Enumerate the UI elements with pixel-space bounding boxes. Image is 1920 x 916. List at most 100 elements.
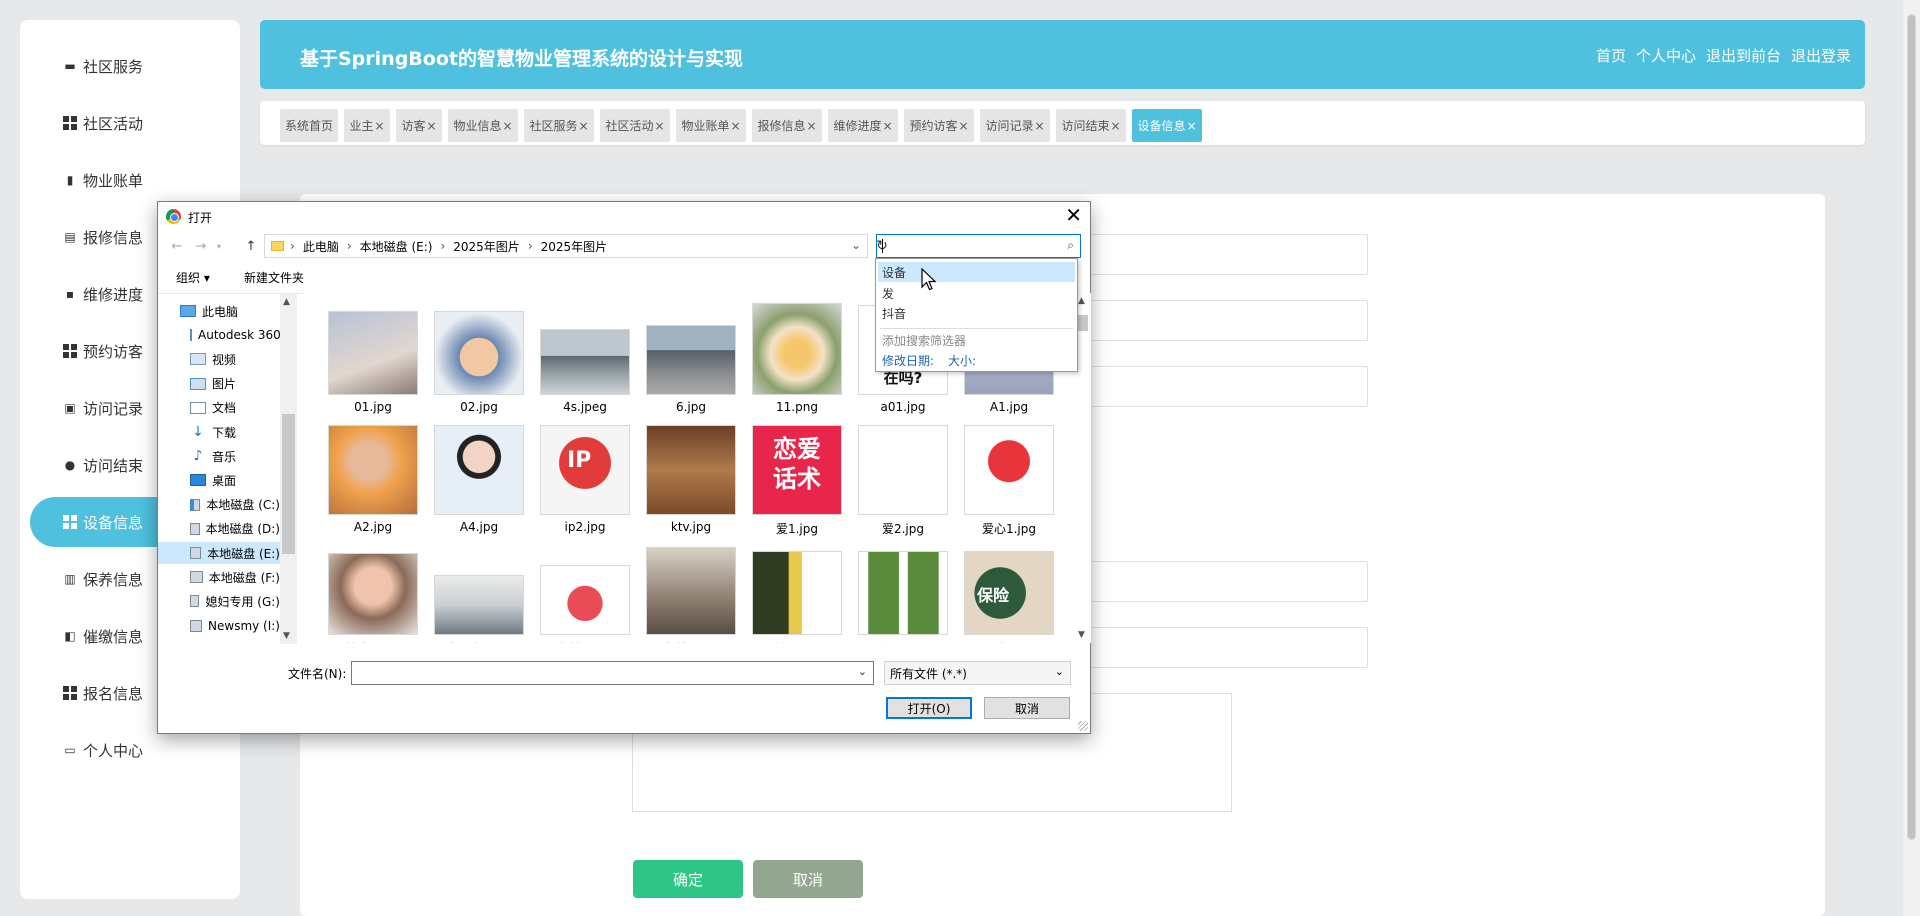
header-link-profile[interactable]: 个人中心 (1636, 45, 1696, 66)
tab-12[interactable]: 访问结束 × (1056, 109, 1126, 142)
resize-grip-icon[interactable] (1078, 721, 1088, 731)
file-item[interactable]: 办公室.jpeg (426, 543, 532, 643)
tree-item[interactable]: 此电脑 (158, 300, 280, 322)
tree-scrollbar-thumb[interactable] (282, 414, 295, 554)
search-icon[interactable]: ⌕ (1067, 238, 1074, 253)
close-icon[interactable]: × (730, 119, 740, 133)
breadcrumb-segment[interactable]: 此电脑 (303, 238, 339, 255)
scroll-up-icon[interactable]: ▲ (283, 297, 290, 307)
suggestion-item[interactable]: 抖音 (878, 303, 1075, 323)
close-icon[interactable]: × (1186, 119, 1196, 133)
tab-1[interactable]: 系统首页 (280, 109, 338, 142)
chevron-down-icon[interactable]: ⌄ (851, 238, 861, 252)
close-icon[interactable]: × (806, 119, 816, 133)
tab-10[interactable]: 预约访客 × (904, 109, 974, 142)
tab-11[interactable]: 访问记录 × (980, 109, 1050, 142)
tree-item[interactable]: 视频 (158, 348, 280, 370)
organize-menu[interactable]: 组织 ▾ (176, 269, 210, 286)
forward-arrow-icon[interactable]: → (192, 236, 210, 256)
tree-item[interactable]: 图片 (158, 373, 280, 395)
header-link-front[interactable]: 退出到前台 (1706, 45, 1781, 66)
close-icon[interactable]: ✕ (1065, 204, 1082, 226)
breadcrumb-segment[interactable]: 2025年图片 (453, 238, 520, 255)
file-list-scrollbar-thumb[interactable] (1077, 315, 1088, 331)
close-icon[interactable]: × (882, 119, 892, 133)
tree-scrollbar[interactable]: ▲ ▼ (280, 294, 297, 644)
suggestion-item[interactable]: 发 (878, 283, 1075, 303)
filetype-select[interactable]: 所有文件 (*.*) ⌄ (884, 661, 1071, 685)
search-input[interactable]: ⌕ (876, 234, 1081, 258)
file-item[interactable]: 帮扶1.jpg (532, 543, 638, 643)
file-item[interactable]: 保险保险1.jpg (956, 543, 1062, 643)
file-item[interactable]: 4s.jpeg (532, 303, 638, 414)
tree-item[interactable]: 本地磁盘 (E:) (158, 542, 280, 564)
scroll-down-icon[interactable]: ▼ (1078, 630, 1085, 640)
tab-8[interactable]: 报修信息 × (752, 109, 822, 142)
tab-7[interactable]: 物业账单 × (676, 109, 746, 142)
close-icon[interactable]: × (654, 119, 664, 133)
filter-size-link[interactable]: 大小: (948, 352, 976, 369)
chevron-down-icon[interactable]: ⌄ (858, 665, 867, 678)
tab-9[interactable]: 维修进度 × (828, 109, 898, 142)
sidebar-item-1[interactable]: ▬ 社区服务 (30, 41, 240, 91)
file-item[interactable]: 02.jpg (426, 303, 532, 414)
file-item[interactable]: 01.jpg (320, 303, 426, 414)
address-bar[interactable]: › 此电脑 › 本地磁盘 (E:) › 2025年图片 › 2025年图片 ⌄ (264, 234, 868, 258)
page-scrollbar[interactable] (1903, 0, 1920, 916)
file-item[interactable]: 帮扶6.jpg (638, 543, 744, 643)
header-link-logout[interactable]: 退出登录 (1791, 45, 1851, 66)
tree-item[interactable]: ♪ 音乐 (158, 445, 280, 467)
file-item[interactable]: A4.jpg (426, 423, 532, 534)
file-item[interactable]: ktv.jpg (638, 423, 744, 534)
tree-item[interactable]: 文档 (158, 397, 280, 419)
sidebar-item-3[interactable]: ▮ 物业账单 (30, 155, 240, 205)
open-button[interactable]: 打开(O) (886, 697, 972, 719)
tab-3[interactable]: 访客 × (396, 109, 442, 142)
confirm-button[interactable]: 确定 (633, 860, 743, 898)
close-icon[interactable]: × (426, 119, 436, 133)
tab-2[interactable]: 业主 × (344, 109, 390, 142)
back-arrow-icon[interactable]: ← (168, 236, 186, 256)
file-item[interactable]: 爱2.jpg (850, 423, 956, 537)
file-item[interactable]: A2.jpg (320, 423, 426, 534)
tab-5[interactable]: 社区服务 × (524, 109, 594, 142)
suggestion-item[interactable]: 设备 (878, 262, 1075, 282)
page-scrollbar-thumb[interactable] (1907, 14, 1916, 840)
chevron-down-icon[interactable]: ▾ (210, 236, 228, 256)
tree-item[interactable]: 媳妇专用 (G:) (158, 590, 280, 612)
breadcrumb-segment[interactable]: 2025年图片 (541, 238, 608, 255)
up-arrow-icon[interactable]: ↑ (242, 236, 260, 256)
tab-6[interactable]: 社区活动 × (600, 109, 670, 142)
close-icon[interactable]: × (502, 119, 512, 133)
file-item[interactable]: 保健品2.png (850, 543, 956, 643)
filename-input[interactable]: ⌄ (351, 661, 874, 685)
file-item[interactable]: 按摩1.jpg (320, 543, 426, 643)
tree-item[interactable]: Newsmy (I:) (158, 615, 280, 637)
file-item[interactable]: 11.png (744, 303, 850, 414)
tree-item[interactable]: ↓ 下载 (158, 421, 280, 443)
close-icon[interactable]: × (1034, 119, 1044, 133)
tab-4[interactable]: 物业信息 × (448, 109, 518, 142)
file-item[interactable]: 6.jpg (638, 303, 744, 414)
new-folder-button[interactable]: 新建文件夹 (244, 269, 304, 286)
header-link-home[interactable]: 首页 (1596, 45, 1626, 66)
tree-item[interactable]: 本地磁盘 (D:) (158, 518, 280, 540)
tab-13[interactable]: 设备信息 × (1132, 109, 1202, 142)
breadcrumb-segment[interactable]: 本地磁盘 (E:) (360, 238, 433, 255)
tree-item[interactable]: 本地磁盘 (F:) (158, 566, 280, 588)
scroll-down-icon[interactable]: ▼ (283, 631, 290, 641)
scroll-up-icon[interactable]: ▲ (1078, 296, 1085, 306)
close-icon[interactable]: × (578, 119, 588, 133)
file-item[interactable]: 恋爱 话术 爱1.jpg (744, 423, 850, 537)
close-icon[interactable]: × (1110, 119, 1120, 133)
tree-item[interactable]: 桌面 (158, 469, 280, 491)
tree-item[interactable]: 本地磁盘 (C:) (158, 494, 280, 516)
cancel-button[interactable]: 取消 (753, 860, 863, 898)
file-item[interactable]: IP ip2.jpg (532, 423, 638, 534)
dialog-cancel-button[interactable]: 取消 (984, 697, 1070, 719)
filter-date-link[interactable]: 修改日期: (882, 352, 934, 369)
close-icon[interactable]: × (958, 119, 968, 133)
file-item[interactable]: 保健品1.png (744, 543, 850, 643)
sidebar-item-2[interactable]: 社区活动 (30, 98, 240, 148)
close-icon[interactable]: × (374, 119, 384, 133)
